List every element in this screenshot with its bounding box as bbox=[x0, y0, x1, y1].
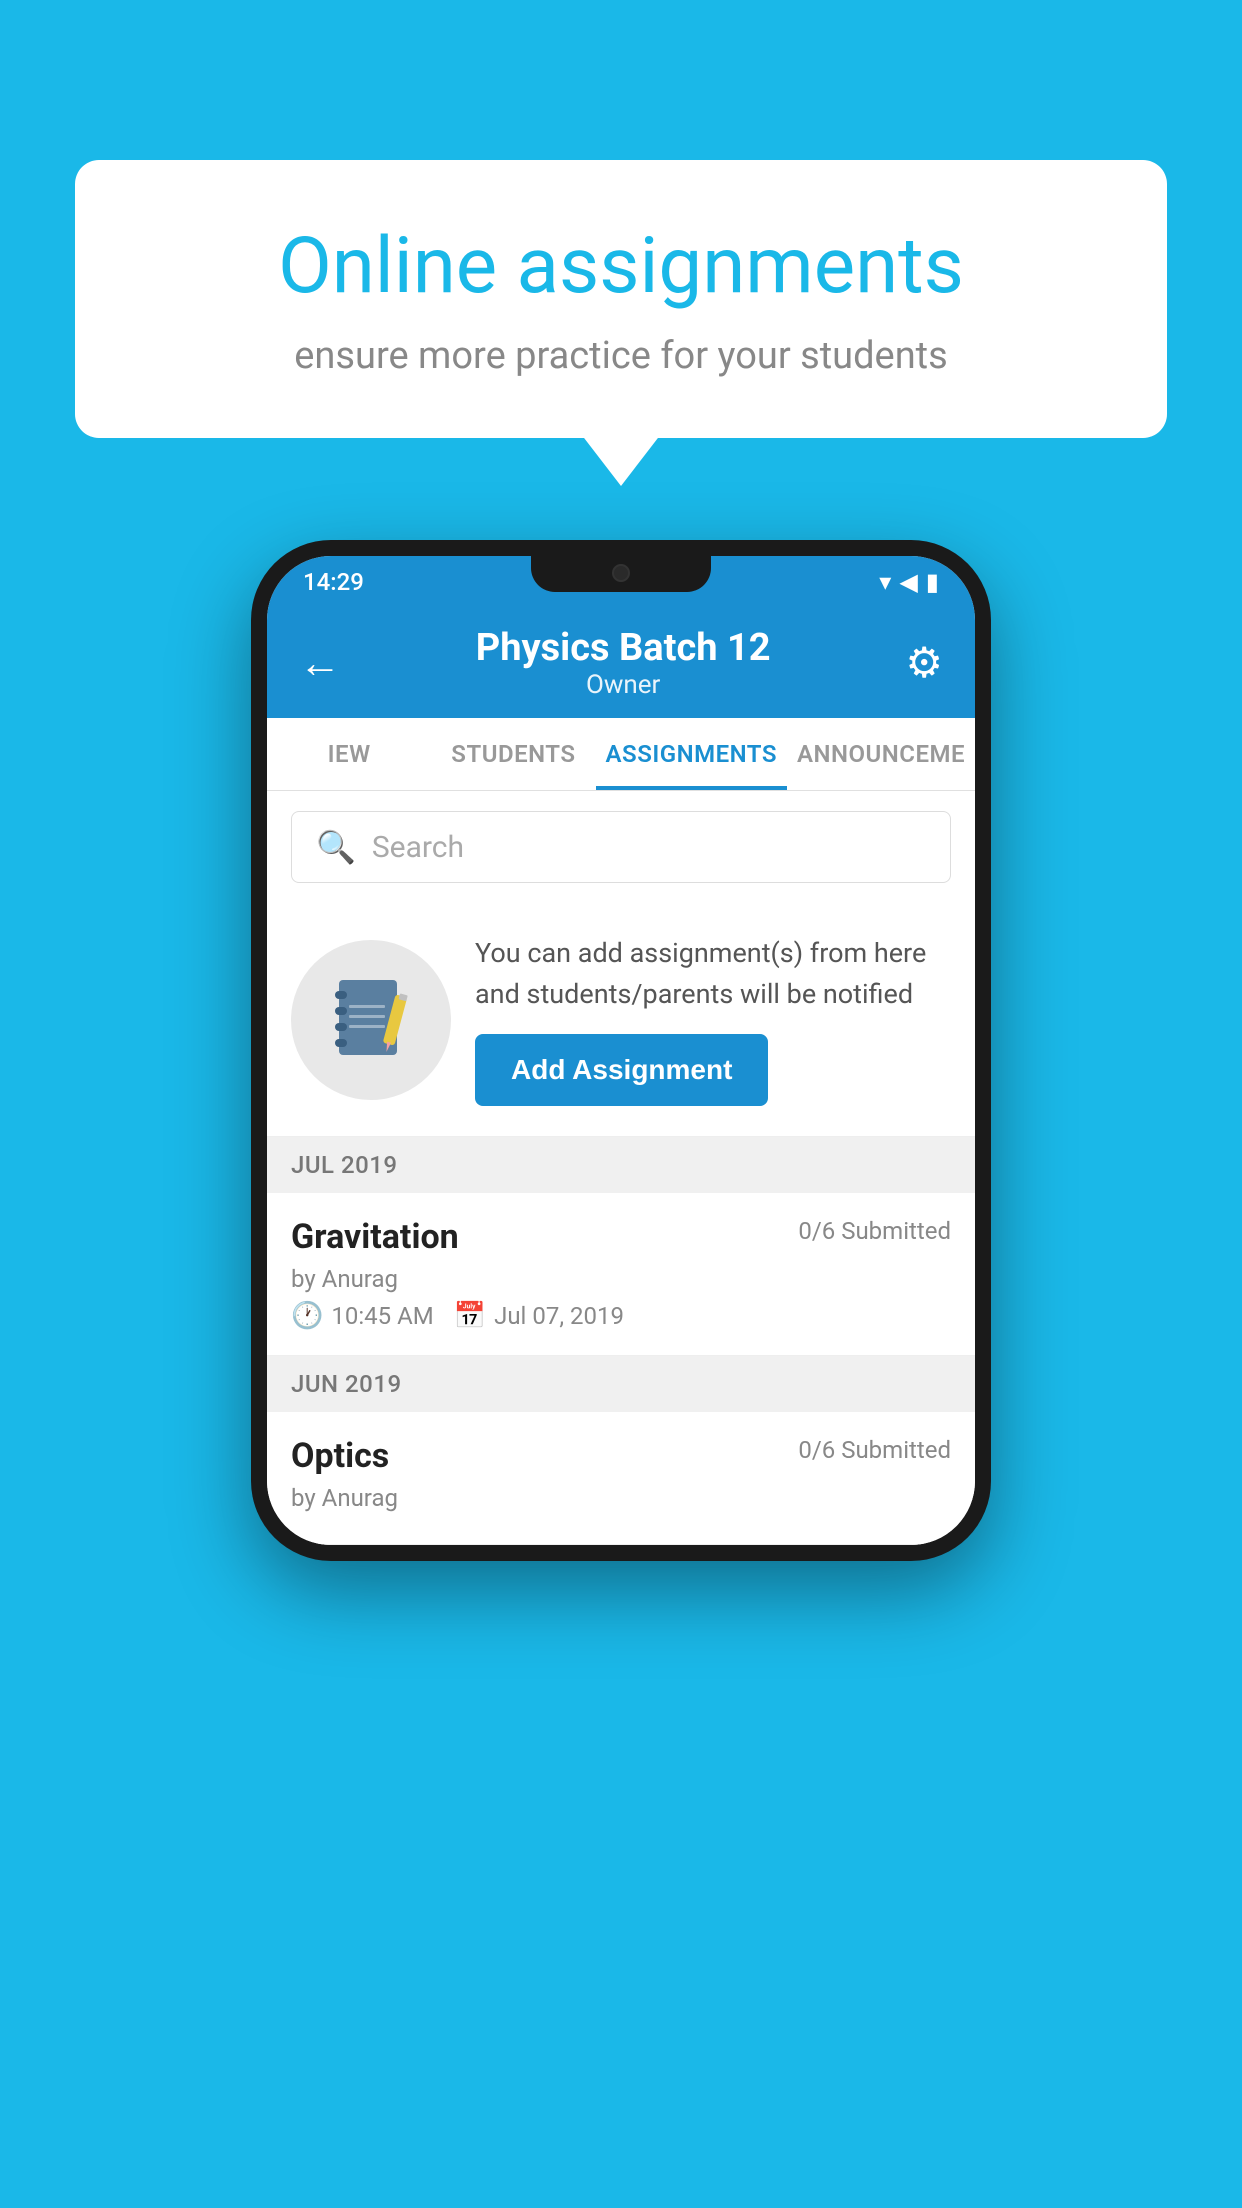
back-button[interactable]: ← bbox=[299, 639, 341, 688]
assignment-name-gravitation: Gravitation bbox=[291, 1217, 459, 1257]
settings-button[interactable]: ⚙ bbox=[905, 638, 943, 688]
assignment-row1: Gravitation 0/6 Submitted bbox=[291, 1217, 951, 1257]
phone-notch bbox=[531, 556, 711, 592]
battery-icon: ▮ bbox=[926, 568, 939, 596]
notebook-icon bbox=[331, 975, 411, 1065]
add-assignment-button[interactable]: Add Assignment bbox=[475, 1034, 768, 1106]
search-icon: 🔍 bbox=[316, 828, 356, 866]
assignment-by-gravitation: by Anurag bbox=[291, 1265, 951, 1293]
tab-students[interactable]: STUDENTS bbox=[431, 718, 595, 790]
assignment-time: 🕐 10:45 AM bbox=[291, 1301, 434, 1331]
assignment-by-optics: by Anurag bbox=[291, 1484, 951, 1512]
phone-screen: 14:29 ▾ ◀ ▮ ← Physics Batch 12 Owner ⚙ I… bbox=[267, 556, 975, 1545]
section-header-jul: JUL 2019 bbox=[267, 1137, 975, 1193]
promo-description: You can add assignment(s) from here and … bbox=[475, 933, 951, 1014]
section-header-jun: JUN 2019 bbox=[267, 1356, 975, 1412]
tab-assignments[interactable]: ASSIGNMENTS bbox=[596, 718, 787, 790]
search-input[interactable]: Search bbox=[372, 830, 464, 865]
tab-announcements[interactable]: ANNOUNCEME bbox=[787, 718, 975, 790]
promo-icon-circle bbox=[291, 940, 451, 1100]
search-container: 🔍 Search bbox=[267, 791, 975, 903]
wifi-icon: ▾ bbox=[879, 568, 891, 596]
assignment-date-value: Jul 07, 2019 bbox=[494, 1302, 624, 1330]
speech-bubble-subtitle: ensure more practice for your students bbox=[145, 334, 1097, 378]
assignment-submitted-gravitation: 0/6 Submitted bbox=[798, 1217, 951, 1245]
app-bar-subtitle: Owner bbox=[341, 670, 905, 700]
assignment-item-gravitation[interactable]: Gravitation 0/6 Submitted by Anurag 🕐 10… bbox=[267, 1193, 975, 1356]
assignment-row1-optics: Optics 0/6 Submitted bbox=[291, 1436, 951, 1476]
phone-frame: 14:29 ▾ ◀ ▮ ← Physics Batch 12 Owner ⚙ I… bbox=[251, 540, 991, 1561]
promo-text: You can add assignment(s) from here and … bbox=[475, 933, 951, 1106]
app-bar-title: Physics Batch 12 bbox=[341, 626, 905, 670]
speech-bubble-title: Online assignments bbox=[145, 220, 1097, 314]
signal-icon: ◀ bbox=[899, 568, 917, 596]
assignment-submitted-optics: 0/6 Submitted bbox=[798, 1436, 951, 1464]
tabs-bar: IEW STUDENTS ASSIGNMENTS ANNOUNCEME bbox=[267, 718, 975, 791]
status-time: 14:29 bbox=[303, 568, 364, 596]
phone-wrapper: 14:29 ▾ ◀ ▮ ← Physics Batch 12 Owner ⚙ I… bbox=[251, 540, 991, 1561]
assignment-meta-gravitation: 🕐 10:45 AM 📅 Jul 07, 2019 bbox=[291, 1301, 951, 1331]
speech-bubble-container: Online assignments ensure more practice … bbox=[75, 160, 1167, 438]
app-bar: ← Physics Batch 12 Owner ⚙ bbox=[267, 608, 975, 718]
assignment-date: 📅 Jul 07, 2019 bbox=[454, 1301, 624, 1331]
assignment-time-value: 10:45 AM bbox=[331, 1302, 433, 1330]
speech-bubble: Online assignments ensure more practice … bbox=[75, 160, 1167, 438]
app-bar-center: Physics Batch 12 Owner bbox=[341, 626, 905, 700]
phone-camera bbox=[612, 564, 630, 582]
assignment-item-optics[interactable]: Optics 0/6 Submitted by Anurag bbox=[267, 1412, 975, 1545]
assignment-name-optics: Optics bbox=[291, 1436, 389, 1476]
search-box[interactable]: 🔍 Search bbox=[291, 811, 951, 883]
status-icons: ▾ ◀ ▮ bbox=[879, 568, 939, 596]
clock-icon: 🕐 bbox=[291, 1301, 323, 1331]
promo-section: You can add assignment(s) from here and … bbox=[267, 903, 975, 1137]
tab-iew[interactable]: IEW bbox=[267, 718, 431, 790]
calendar-icon: 📅 bbox=[454, 1301, 486, 1331]
